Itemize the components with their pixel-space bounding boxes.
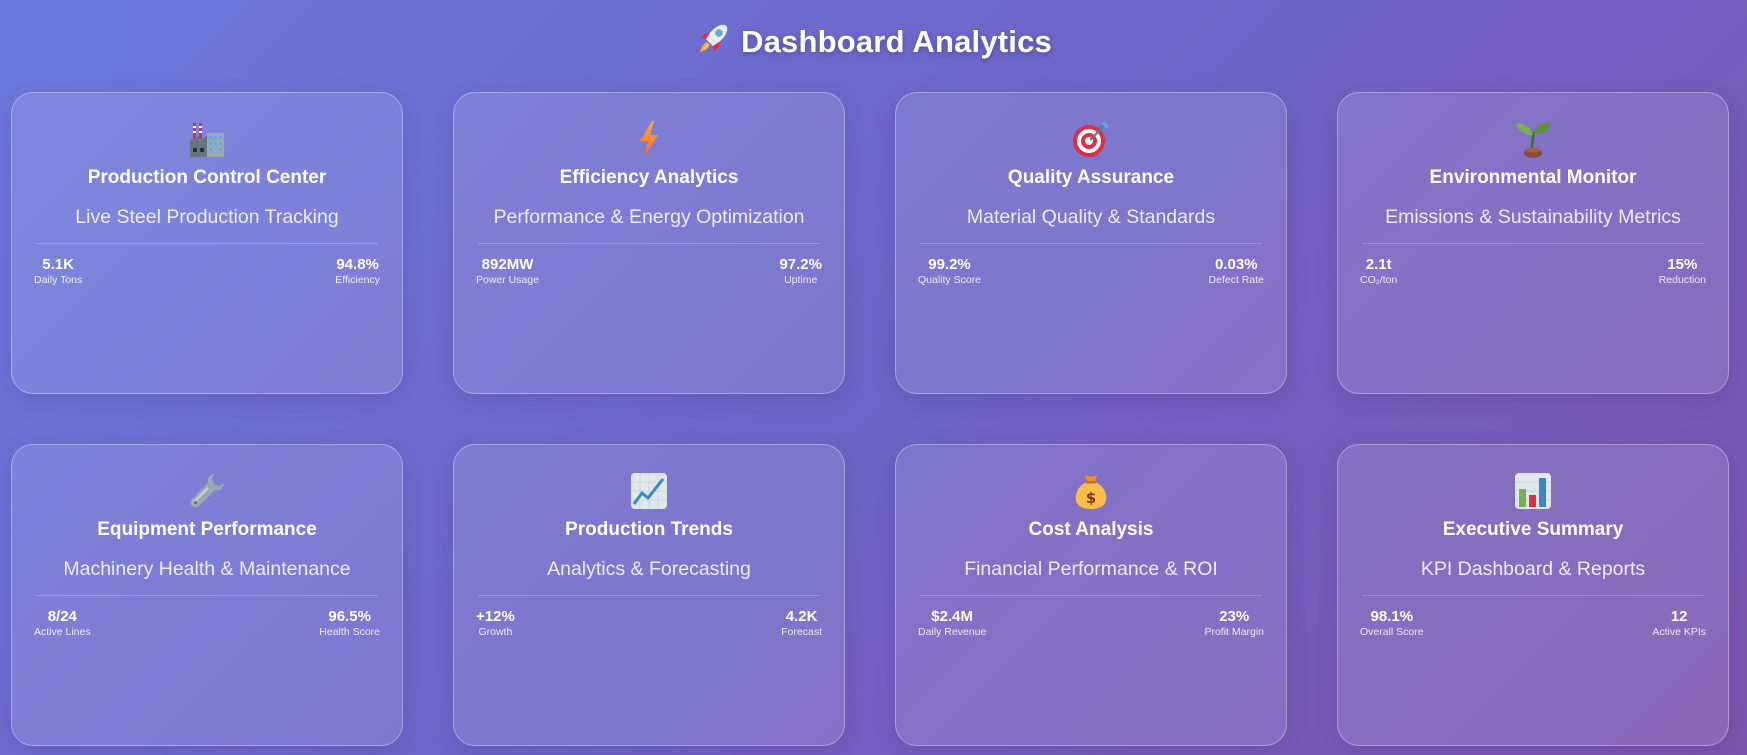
card-efficiency-analytics[interactable]: Efficiency Analytics Performance & Energ… bbox=[453, 92, 845, 394]
card-subtitle: Analytics & Forecasting bbox=[547, 558, 751, 580]
stat-reduction: 15% Reduction bbox=[1659, 256, 1706, 286]
stat-overall-score: 98.1% Overall Score bbox=[1360, 608, 1424, 638]
card-divider bbox=[478, 595, 820, 596]
stat-label: Quality Score bbox=[918, 274, 982, 286]
card-title: Production Trends bbox=[565, 519, 733, 540]
stat-growth: +12% Growth bbox=[476, 608, 515, 638]
stat-power-usage: 892MW Power Usage bbox=[476, 256, 539, 286]
stat-value: 892MW bbox=[481, 256, 534, 273]
card-title: Executive Summary bbox=[1442, 519, 1624, 540]
stat-value: 96.5% bbox=[328, 608, 371, 625]
stat-value: +12% bbox=[476, 608, 515, 625]
stat-value: 97.2% bbox=[779, 256, 822, 273]
stat-label: Profit Margin bbox=[1204, 626, 1264, 638]
card-quality-assurance[interactable]: Quality Assurance Material Quality & Sta… bbox=[895, 92, 1287, 394]
stat-quality-score: 99.2% Quality Score bbox=[918, 256, 981, 286]
card-divider bbox=[920, 243, 1262, 244]
card-divider bbox=[36, 595, 378, 596]
stat-label: Defect Rate bbox=[1208, 274, 1264, 286]
stat-efficiency: 94.8% Efficiency bbox=[335, 256, 380, 286]
bar-chart-icon bbox=[1338, 471, 1728, 511]
stat-label: CO₂/ton bbox=[1360, 274, 1398, 286]
stat-health-score: 96.5% Health Score bbox=[319, 608, 380, 638]
card-subtitle: Financial Performance & ROI bbox=[964, 558, 1218, 580]
card-divider bbox=[920, 595, 1262, 596]
stat-daily-revenue: $2.4M Daily Revenue bbox=[918, 608, 986, 638]
stat-value: 5.1K bbox=[42, 256, 74, 273]
stat-label: Reduction bbox=[1658, 274, 1706, 286]
card-title: Equipment Performance bbox=[97, 519, 317, 540]
stat-value: 4.2K bbox=[785, 608, 818, 625]
stat-active-kpis: 12 Active KPIs bbox=[1652, 608, 1706, 638]
card-production-control-center[interactable]: Production Control Center Live Steel Pro… bbox=[11, 92, 403, 394]
stat-value: 2.1t bbox=[1365, 256, 1392, 273]
card-environmental-monitor[interactable]: Environmental Monitor Emissions & Sustai… bbox=[1337, 92, 1729, 394]
card-executive-summary[interactable]: Executive Summary KPI Dashboard & Report… bbox=[1337, 444, 1729, 746]
stat-label: Efficiency bbox=[335, 274, 380, 286]
card-subtitle: Live Steel Production Tracking bbox=[75, 206, 339, 228]
stat-value: 8/24 bbox=[47, 608, 77, 625]
stat-label: Health Score bbox=[319, 626, 380, 638]
stat-value: $2.4M bbox=[931, 608, 973, 625]
page-title-text: Dashboard Analytics bbox=[740, 23, 1052, 59]
card-title: Environmental Monitor bbox=[1429, 167, 1637, 188]
card-title: Quality Assurance bbox=[1007, 167, 1175, 188]
stat-uptime: 97.2% Uptime bbox=[779, 256, 822, 286]
target-icon bbox=[896, 119, 1286, 159]
stat-label: Active KPIs bbox=[1652, 626, 1706, 638]
card-title: Cost Analysis bbox=[1028, 519, 1154, 540]
card-subtitle: Performance & Energy Optimization bbox=[493, 206, 805, 228]
money-bag-icon: $ bbox=[896, 471, 1286, 511]
stat-label: Uptime bbox=[784, 274, 818, 286]
stat-value: 98.1% bbox=[1370, 608, 1414, 625]
stat-label: Power Usage bbox=[476, 274, 540, 286]
page-title: Dashboard Analytics bbox=[0, 18, 1747, 64]
seedling-icon bbox=[1338, 119, 1728, 159]
stat-value: 15% bbox=[1667, 256, 1698, 273]
stat-defect-rate: 0.03% Defect Rate bbox=[1209, 256, 1264, 286]
card-title: Efficiency Analytics bbox=[559, 167, 739, 188]
stat-forecast: 4.2K Forecast bbox=[781, 608, 822, 638]
wrench-icon bbox=[12, 471, 402, 511]
stat-label: Active Lines bbox=[34, 626, 91, 638]
rocket-icon bbox=[695, 21, 731, 57]
card-divider bbox=[1362, 595, 1704, 596]
card-equipment-performance[interactable]: Equipment Performance Machinery Health &… bbox=[11, 444, 403, 746]
lightning-icon bbox=[454, 119, 844, 159]
stat-label: Daily Tons bbox=[34, 274, 83, 286]
card-divider bbox=[478, 243, 820, 244]
card-subtitle: Emissions & Sustainability Metrics bbox=[1385, 206, 1681, 228]
stat-value: 99.2% bbox=[928, 256, 971, 273]
stat-label: Forecast bbox=[781, 626, 822, 638]
stat-label: Daily Revenue bbox=[918, 626, 987, 638]
card-divider bbox=[1362, 243, 1704, 244]
card-cost-analysis[interactable]: $ Cost Analysis Financial Performance & … bbox=[895, 444, 1287, 746]
stat-profit-margin: 23% Profit Margin bbox=[1204, 608, 1264, 638]
stat-value: 12 bbox=[1670, 608, 1688, 625]
card-divider bbox=[36, 243, 378, 244]
stat-label: Growth bbox=[478, 626, 513, 638]
stat-value: 23% bbox=[1219, 608, 1250, 625]
stat-label: Overall Score bbox=[1360, 626, 1424, 638]
stat-value: 94.8% bbox=[336, 256, 379, 273]
card-subtitle: Machinery Health & Maintenance bbox=[63, 558, 351, 580]
stat-active-lines: 8/24 Active Lines bbox=[34, 608, 91, 638]
dashboard-grid: Production Control Center Live Steel Pro… bbox=[11, 92, 1731, 746]
card-title: Production Control Center bbox=[87, 167, 327, 188]
stat-daily-tons: 5.1K Daily Tons bbox=[34, 256, 82, 286]
svg-text:$: $ bbox=[1086, 489, 1096, 507]
card-subtitle: KPI Dashboard & Reports bbox=[1420, 558, 1646, 580]
chart-increasing-icon bbox=[454, 471, 844, 511]
card-subtitle: Material Quality & Standards bbox=[966, 206, 1216, 228]
card-production-trends[interactable]: Production Trends Analytics & Forecastin… bbox=[453, 444, 845, 746]
factory-icon bbox=[12, 119, 402, 159]
stat-value: 0.03% bbox=[1215, 256, 1258, 273]
stat-co2-per-ton: 2.1t CO₂/ton bbox=[1360, 256, 1397, 286]
